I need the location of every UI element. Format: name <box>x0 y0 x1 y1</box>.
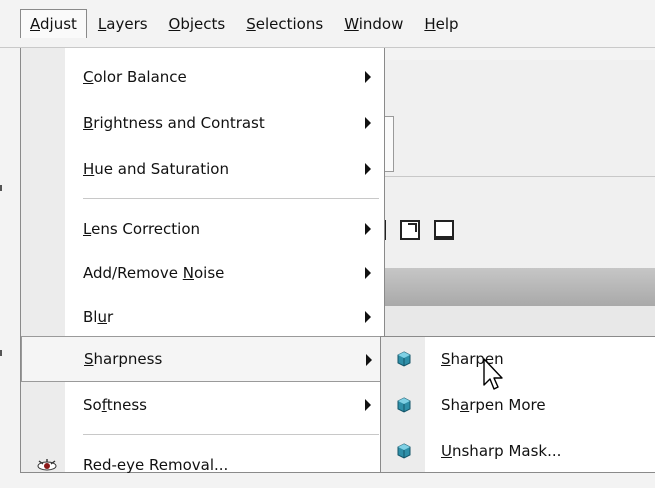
menu-separator <box>83 434 379 435</box>
submenu-item-label: Unsharp Mask... <box>441 442 562 460</box>
menu-item-lens-correction[interactable]: Lens Correction <box>21 206 384 252</box>
menu-item-softness[interactable]: Softness <box>21 382 384 428</box>
submenu-arrow-icon <box>365 163 371 175</box>
menu-item-label: Softness <box>83 396 147 414</box>
submenu-arrow-icon <box>365 399 371 411</box>
submenu-arrow-icon <box>365 223 371 235</box>
menu-adjust[interactable]: Adjust <box>20 9 87 38</box>
menu-layers[interactable]: Layers <box>88 9 158 39</box>
menu-item-blur[interactable]: Blur <box>21 294 384 340</box>
background-strip <box>380 306 655 337</box>
background-toolbar <box>376 220 454 240</box>
mouse-cursor-icon <box>483 358 503 390</box>
label-part: elp <box>435 14 459 33</box>
background-divider <box>375 176 655 177</box>
background-titlebar <box>380 268 655 306</box>
menu-item-label: Blur <box>83 308 114 326</box>
menu-item-brightness-contrast[interactable]: Brightness and Contrast <box>21 100 384 146</box>
menu-item-label: Sharpness <box>84 350 163 368</box>
submenu-arrow-icon <box>365 71 371 83</box>
red-eye-icon <box>37 459 57 471</box>
menu-item-label: Red-eye Removal... <box>83 456 229 474</box>
menu-help[interactable]: Help <box>414 9 468 39</box>
unsharp-mask-icon <box>397 443 411 459</box>
window-icon[interactable] <box>434 220 454 240</box>
label-part: bjects <box>180 14 226 33</box>
access-key: W <box>344 14 359 33</box>
submenu-arrow-icon <box>365 117 371 129</box>
edge-mark <box>0 185 2 191</box>
submenu-arrow-icon <box>365 311 371 323</box>
access-key: H <box>424 14 436 33</box>
menu-bar: Adjust Layers Objects Selections Window … <box>0 0 655 48</box>
label-part: elections <box>255 14 324 33</box>
menu-item-label: Color Balance <box>83 68 187 86</box>
sharpness-submenu: Sharpen Sharpen More Unsharp Mask... <box>380 336 655 473</box>
access-key: O <box>168 14 181 33</box>
label-part: ayers <box>106 14 148 33</box>
menu-window[interactable]: Window <box>334 9 413 39</box>
submenu-arrow-icon <box>365 267 371 279</box>
submenu-item-sharpen[interactable]: Sharpen <box>381 337 655 381</box>
menu-item-red-eye-removal[interactable]: Red-eye Removal... <box>21 442 384 488</box>
menu-item-add-remove-noise[interactable]: Add/Remove Noise <box>21 250 384 296</box>
label-part: djust <box>40 15 77 33</box>
sharpen-more-icon <box>397 397 411 413</box>
menu-selections[interactable]: Selections <box>236 9 333 39</box>
maximize-icon[interactable] <box>400 220 420 240</box>
label-part: indow <box>358 14 404 33</box>
submenu-item-unsharp-mask[interactable]: Unsharp Mask... <box>381 429 655 473</box>
submenu-arrow-icon <box>366 354 372 366</box>
menu-objects[interactable]: Objects <box>159 9 236 39</box>
adjust-menu: Color Balance Brightness and Contrast Hu… <box>20 48 385 474</box>
menu-item-label: Lens Correction <box>83 220 201 238</box>
menu-item-label: Hue and Saturation <box>83 160 229 178</box>
menu-item-hue-saturation[interactable]: Hue and Saturation <box>21 146 384 192</box>
access-key: A <box>30 15 40 33</box>
sharpen-icon <box>397 351 411 367</box>
menu-item-label: Add/Remove Noise <box>83 264 225 282</box>
access-key: L <box>97 14 107 33</box>
menu-separator <box>83 198 379 199</box>
menu-item-color-balance[interactable]: Color Balance <box>21 54 384 100</box>
edge-mark <box>0 350 2 356</box>
submenu-item-sharpen-more[interactable]: Sharpen More <box>381 383 655 427</box>
menu-item-label: Brightness and Contrast <box>83 114 265 132</box>
submenu-item-label: Sharpen More <box>441 396 546 414</box>
access-key: S <box>246 14 256 33</box>
menu-item-sharpness[interactable]: Sharpness <box>21 336 384 382</box>
